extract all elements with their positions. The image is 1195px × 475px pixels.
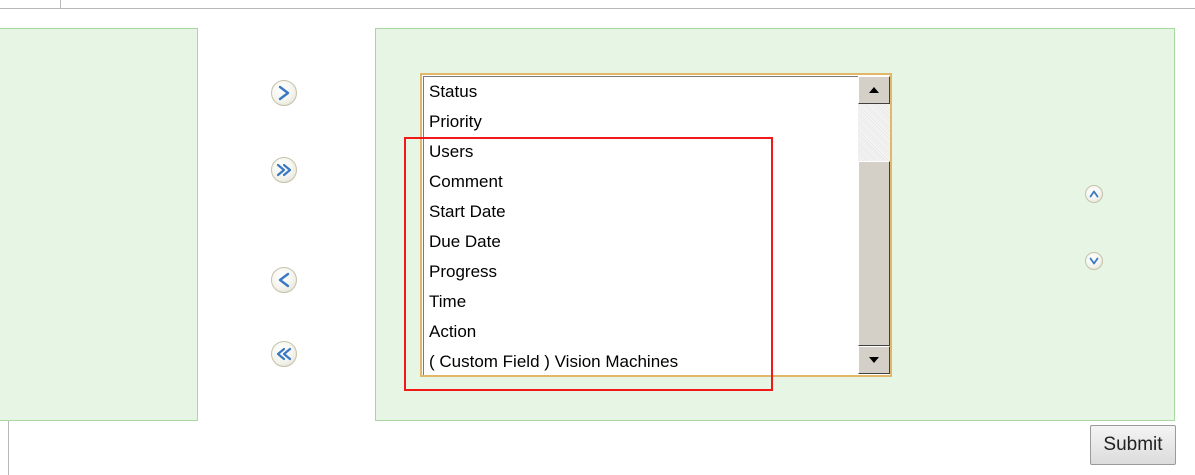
move-right-button[interactable]: [271, 80, 297, 106]
move-all-left-button[interactable]: [271, 341, 297, 367]
list-item-priority[interactable]: Priority: [429, 107, 482, 137]
list-item-due-date[interactable]: Due Date: [429, 227, 501, 257]
scroll-up-button[interactable]: [858, 76, 890, 104]
listbox-scrollbar[interactable]: [858, 76, 890, 374]
submit-button[interactable]: Submit: [1090, 425, 1176, 465]
chevron-up-icon: [1089, 190, 1099, 198]
listbox-options: Status Priority Users Comment Start Date…: [423, 76, 858, 375]
top-divider-left: [0, 0, 61, 8]
available-columns-panel: [0, 28, 198, 421]
double-chevron-right-icon: [276, 163, 292, 177]
scrollbar-thumb[interactable]: [858, 161, 890, 346]
list-item-custom-field-vision-machines[interactable]: ( Custom Field ) Vision Machines: [429, 347, 678, 375]
chevron-left-icon: [278, 272, 290, 288]
list-item-comment[interactable]: Comment: [429, 167, 503, 197]
list-item-start-date[interactable]: Start Date: [429, 197, 506, 227]
scroll-down-button[interactable]: [858, 346, 890, 374]
triangle-up-icon: [869, 87, 879, 93]
move-all-right-button[interactable]: [271, 157, 297, 183]
move-down-button[interactable]: [1085, 252, 1103, 270]
move-left-button[interactable]: [271, 267, 297, 293]
move-up-button[interactable]: [1085, 185, 1103, 203]
list-item-action[interactable]: Action: [429, 317, 476, 347]
bottom-divider: [0, 420, 9, 475]
triangle-down-icon: [869, 357, 879, 363]
list-item-users[interactable]: Users: [429, 137, 473, 167]
list-item-progress[interactable]: Progress: [429, 257, 497, 287]
chevron-down-icon: [1089, 257, 1099, 265]
chevron-right-icon: [278, 85, 290, 101]
double-chevron-left-icon: [276, 347, 292, 361]
list-item-status[interactable]: Status: [429, 77, 477, 107]
selected-columns-listbox[interactable]: Status Priority Users Comment Start Date…: [420, 73, 892, 377]
top-divider: [0, 0, 1195, 9]
list-item-time[interactable]: Time: [429, 287, 466, 317]
